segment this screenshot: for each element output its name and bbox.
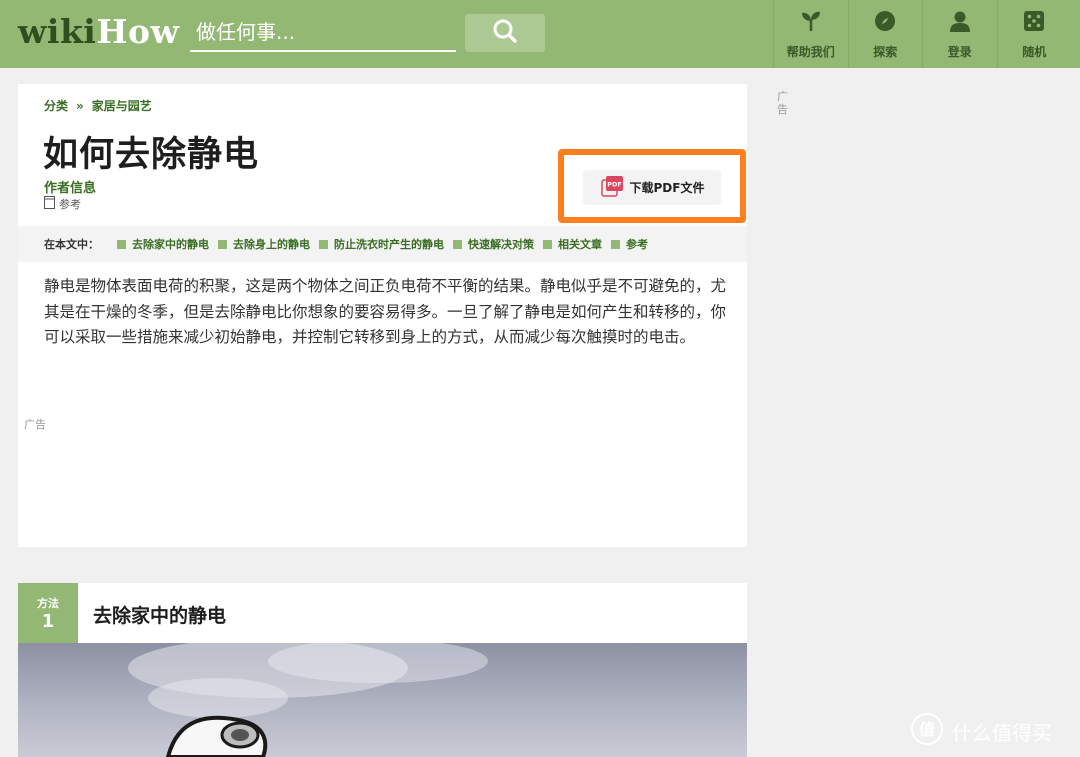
side-ad-label: 广告 (777, 90, 788, 116)
method-title: 去除家中的静电 (93, 605, 227, 627)
svg-text:值: 值 (919, 720, 935, 739)
references-label: 参考 (59, 198, 81, 211)
toc-item[interactable]: 参考 (611, 236, 648, 252)
breadcrumb: 分类 » 家居与园艺 (44, 97, 152, 114)
toc-item-label: 快速解决对策 (468, 238, 534, 251)
article-card: 分类 » 家居与园艺 如何去除静电 作者信息 参考 PDF 下载PDF文件 在本文中… (18, 84, 747, 547)
logo-wiki-text: wiki (18, 12, 97, 51)
toc-bullet (319, 239, 328, 249)
compass-icon (873, 9, 897, 33)
nav-login-label: 登录 (947, 45, 972, 59)
toc-item[interactable]: 去除身上的静电 (218, 236, 310, 252)
toc-bullet (218, 239, 227, 249)
user-icon (948, 9, 972, 33)
table-of-contents: 在本文中： 去除家中的静电 去除身上的静电 防止洗衣时产生的静电 快速解决对策 … (18, 226, 747, 262)
toc-item[interactable]: 防止洗衣时产生的静电 (319, 236, 444, 252)
pdf-icon: PDF (600, 175, 624, 200)
toc-bullet (543, 239, 552, 249)
toc-item-label: 去除身上的静电 (233, 238, 310, 251)
sprout-icon (799, 9, 823, 33)
method-badge-number: 1 (41, 611, 55, 632)
breadcrumb-root[interactable]: 分类 (44, 99, 68, 113)
watermark-text: 什么值得买 (952, 721, 1052, 745)
search-icon (492, 18, 518, 48)
toc-bullet (453, 239, 462, 249)
breadcrumb-separator: » (76, 99, 84, 113)
ad-label: 广告 (24, 418, 46, 431)
watermark-logo-icon: 值 (910, 712, 944, 751)
toc-bullet (611, 239, 620, 249)
wikihow-logo[interactable]: wikiHow (18, 12, 179, 51)
nav-explore-label: 探索 (873, 45, 898, 59)
method-section: 方法 1 去除家中的静电 (18, 583, 747, 757)
download-pdf-label: 下载PDF文件 (629, 181, 705, 195)
toc-bullet (117, 239, 126, 249)
intro-paragraph: 静电是物体表面电荷的积聚，这是两个物体之间正负电荷不平衡的结果。静电似乎是不可避… (44, 277, 727, 346)
dice-icon (1022, 9, 1046, 33)
search-input[interactable] (190, 14, 456, 52)
top-navbar: wikiHow 帮助我们 探索 登录 (0, 0, 1080, 68)
page-title: 如何去除静电 (43, 135, 260, 175)
toc-item[interactable]: 快速解决对策 (453, 236, 534, 252)
method-badge-label: 方法 (37, 597, 59, 610)
humidifier-illustration (18, 643, 747, 757)
top-nav: 帮助我们 探索 登录 随机 (773, 0, 1071, 68)
nav-random[interactable]: 随机 (996, 0, 1072, 68)
download-pdf-button[interactable]: PDF 下载PDF文件 (583, 170, 721, 205)
toc-item-label: 防止洗衣时产生的静电 (334, 238, 444, 251)
search-button[interactable] (465, 14, 545, 52)
toc-item-label: 去除家中的静电 (132, 238, 209, 251)
breadcrumb-category[interactable]: 家居与园艺 (92, 99, 152, 113)
nav-help-us[interactable]: 帮助我们 (773, 0, 848, 68)
toc-label: 在本文中： (44, 238, 99, 251)
toc-item[interactable]: 去除家中的静电 (117, 236, 209, 252)
nav-explore[interactable]: 探索 (847, 0, 923, 68)
toc-item-label: 参考 (626, 238, 648, 251)
nav-login[interactable]: 登录 (922, 0, 997, 68)
nav-random-label: 随机 (1022, 45, 1047, 59)
watermark: 值 什么值得买 (910, 712, 1052, 751)
references-link[interactable]: 参考 (44, 196, 81, 212)
author-info-link[interactable]: 作者信息 (44, 177, 96, 196)
toc-item-label: 相关文章 (558, 238, 602, 251)
svg-text:PDF: PDF (607, 181, 622, 189)
nav-help-us-label: 帮助我们 (786, 45, 835, 59)
toc-item[interactable]: 相关文章 (543, 236, 602, 252)
document-icon (44, 196, 55, 212)
method-badge: 方法 1 (18, 583, 78, 643)
logo-how-text: How (96, 12, 180, 51)
